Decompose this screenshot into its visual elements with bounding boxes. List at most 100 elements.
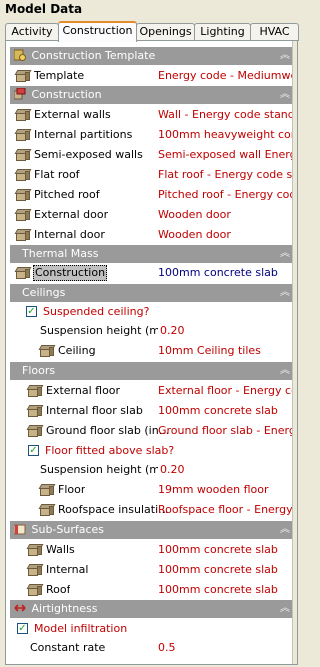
- row-label: Ground floor slab (in...: [46, 424, 170, 437]
- suspended-ceiling-checkbox[interactable]: ✓: [26, 306, 37, 317]
- row-label: Template: [34, 69, 85, 82]
- collapse-icon[interactable]: ︽: [280, 284, 290, 302]
- construction-icon: [26, 405, 44, 417]
- row-label: Walls: [46, 543, 75, 556]
- section-construction-template[interactable]: Construction Template ︽: [10, 47, 293, 65]
- section-title: Thermal Mass: [22, 247, 99, 260]
- section-construction[interactable]: Construction ︽: [10, 86, 293, 104]
- collapse-icon[interactable]: ︽: [280, 86, 290, 104]
- tab-lighting[interactable]: Lighting: [194, 23, 251, 41]
- floor-suspension-height-row[interactable]: Suspension height (m) 0.20: [10, 460, 293, 480]
- model-infiltration-row[interactable]: ✓ Model infiltration: [10, 619, 293, 639]
- sub-surfaces-row-internal[interactable]: Internal 100mm concrete slab: [10, 560, 293, 580]
- model-infiltration-label: Model infiltration: [34, 622, 128, 635]
- section-floors[interactable]: Floors ︽: [10, 362, 293, 380]
- floors-row-internal-floor-slab[interactable]: Internal floor slab 100mm concrete slab: [10, 401, 293, 421]
- tab-openings[interactable]: Openings: [136, 23, 195, 41]
- section-title: Airtightness: [31, 602, 98, 615]
- section-title: Sub-Surfaces: [31, 523, 105, 536]
- row-value[interactable]: 100mm heavyweight concret: [158, 125, 293, 145]
- construction-panel: Construction Template ︽ Template Energy …: [5, 40, 298, 665]
- collapse-icon[interactable]: ︽: [280, 521, 290, 539]
- construction-icon: [26, 584, 44, 596]
- constant-rate-row[interactable]: Constant rate 0.5: [10, 638, 293, 658]
- sub-surfaces-icon: [13, 523, 26, 535]
- floors-sub-row-roofspace[interactable]: Roofspace insulati... Roofspace floor - …: [10, 500, 293, 520]
- row-label: External floor: [46, 384, 121, 397]
- thermal-mass-value[interactable]: 100mm concrete slab: [158, 263, 293, 283]
- floor-fitted-row[interactable]: ✓ Floor fitted above slab?: [10, 441, 293, 461]
- tab-construction[interactable]: Construction: [58, 21, 137, 42]
- tab-hvac[interactable]: HVAC: [250, 23, 299, 41]
- row-label: Internal door: [34, 228, 105, 241]
- construction-row-semi-exposed-walls[interactable]: Semi-exposed walls Semi-exposed wall Ene…: [10, 145, 293, 165]
- floors-sub-row-floor[interactable]: Floor 19mm wooden floor: [10, 480, 293, 500]
- section-title: Floors: [22, 364, 56, 377]
- section-sub-surfaces[interactable]: Sub-Surfaces ︽: [10, 521, 293, 539]
- section-ceilings[interactable]: Ceilings ︽: [10, 284, 293, 302]
- construction-icon: [26, 544, 44, 556]
- tab-activity[interactable]: Activity: [5, 23, 59, 41]
- construction-icon: [14, 109, 32, 121]
- row-label: External walls: [34, 108, 111, 121]
- section-thermal-mass[interactable]: Thermal Mass ︽: [10, 245, 293, 263]
- template-value[interactable]: Energy code - Mediumweight: [158, 66, 293, 86]
- floor-fitted-checkbox[interactable]: ✓: [28, 445, 39, 456]
- suspension-height-label: Suspension height (m): [40, 324, 165, 337]
- vertical-scrollbar[interactable]: [292, 41, 297, 664]
- ceiling-row[interactable]: Ceiling 10mm Ceiling tiles: [10, 341, 293, 361]
- row-value[interactable]: External floor - Energy code st: [158, 381, 293, 401]
- construction-row-external-door[interactable]: External door Wooden door: [10, 205, 293, 225]
- row-value[interactable]: Wall - Energy code standard -: [158, 105, 293, 125]
- section-airtightness[interactable]: Airtightness ︽: [10, 600, 293, 618]
- construction-icon: [14, 229, 32, 241]
- construction-icon: [38, 484, 56, 496]
- row-value[interactable]: Semi-exposed wall Energy co: [158, 145, 293, 165]
- floors-row-external-floor[interactable]: External floor External floor - Energy c…: [10, 381, 293, 401]
- row-value[interactable]: 100mm concrete slab: [158, 540, 293, 560]
- suspension-height-label: Suspension height (m): [40, 463, 165, 476]
- collapse-icon[interactable]: ︽: [280, 245, 290, 263]
- row-value[interactable]: Flat roof - Energy code stand: [158, 165, 293, 185]
- row-value[interactable]: Wooden door: [158, 225, 293, 245]
- construction-row-external-walls[interactable]: External walls Wall - Energy code standa…: [10, 105, 293, 125]
- row-value[interactable]: 100mm concrete slab: [158, 560, 293, 580]
- row-value[interactable]: 19mm wooden floor: [158, 480, 293, 500]
- row-value[interactable]: 100mm concrete slab: [158, 580, 293, 600]
- model-infiltration-checkbox[interactable]: ✓: [17, 623, 28, 634]
- floors-row-ground-floor-slab[interactable]: Ground floor slab (in... Ground floor sl…: [10, 421, 293, 441]
- construction-icon: [26, 564, 44, 576]
- construction-row-internal-door[interactable]: Internal door Wooden door: [10, 225, 293, 245]
- construction-row-pitched-roof[interactable]: Pitched roof Pitched roof - Energy code …: [10, 185, 293, 205]
- suspended-ceiling-row[interactable]: ✓ Suspended ceiling?: [10, 302, 293, 322]
- row-value[interactable]: 10mm Ceiling tiles: [158, 341, 293, 361]
- airtightness-icon: [14, 602, 26, 614]
- construction-icon: [14, 129, 32, 141]
- tab-strip: Activity Construction Openings Lighting …: [5, 21, 299, 42]
- thermal-mass-row[interactable]: Construction 100mm concrete slab: [10, 263, 293, 283]
- construction-row-internal-partitions[interactable]: Internal partitions 100mm heavyweight co…: [10, 125, 293, 145]
- sub-surfaces-row-roof[interactable]: Roof 100mm concrete slab: [10, 580, 293, 600]
- template-icon: [13, 49, 26, 61]
- ceiling-suspension-height-input[interactable]: 0.20: [158, 322, 293, 340]
- sub-surfaces-row-walls[interactable]: Walls 100mm concrete slab: [10, 540, 293, 560]
- row-value[interactable]: Ground floor slab - Energy co: [158, 421, 293, 441]
- construction-icon: [14, 169, 32, 181]
- row-label: Flat roof: [34, 168, 80, 181]
- construction-icon: [38, 504, 56, 516]
- row-value[interactable]: Roofspace floor - Energy cod: [158, 500, 293, 520]
- row-value[interactable]: 100mm concrete slab: [158, 401, 293, 421]
- construction-icon: [26, 425, 44, 437]
- row-value[interactable]: Wooden door: [158, 205, 293, 225]
- collapse-icon[interactable]: ︽: [280, 362, 290, 380]
- constant-rate-input[interactable]: 0.5: [156, 639, 293, 657]
- collapse-icon[interactable]: ︽: [280, 47, 290, 65]
- construction-row-flat-roof[interactable]: Flat roof Flat roof - Energy code stand: [10, 165, 293, 185]
- collapse-icon[interactable]: ︽: [280, 600, 290, 618]
- row-value[interactable]: Pitched roof - Energy code st: [158, 185, 293, 205]
- template-row[interactable]: Template Energy code - Mediumweight: [10, 66, 293, 86]
- construction-icon: [14, 189, 32, 201]
- ceiling-suspension-height-row[interactable]: Suspension height (m) 0.20: [10, 321, 293, 341]
- floor-suspension-height-input[interactable]: 0.20: [158, 461, 293, 479]
- thermal-mass-label: Construction: [33, 265, 108, 281]
